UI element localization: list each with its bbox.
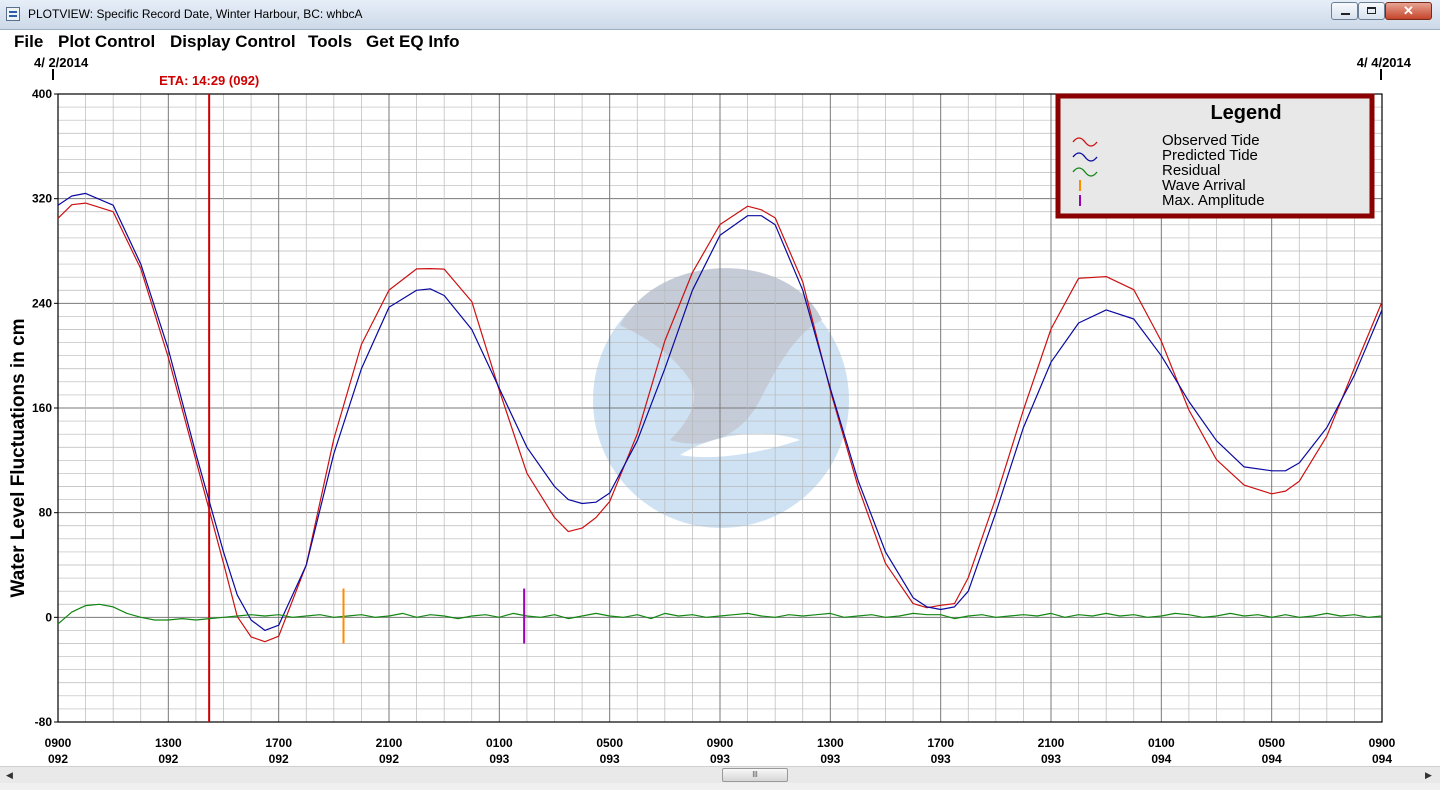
x-tick-day-label: 092 — [269, 752, 289, 766]
x-tick-time-label: 0900 — [1369, 736, 1396, 750]
y-tick-label: 320 — [32, 192, 52, 206]
close-button[interactable]: ✕ — [1385, 2, 1432, 20]
status-strip — [0, 783, 1440, 790]
horizontal-scrollbar[interactable]: ◀ lll ▶ — [0, 766, 1440, 783]
x-tick-time-label: 0500 — [1258, 736, 1285, 750]
x-tick-time-label: 1300 — [155, 736, 182, 750]
y-tick-label: 400 — [32, 87, 52, 101]
x-tick-time-label: 0100 — [1148, 736, 1175, 750]
y-tick-label: 240 — [32, 296, 52, 310]
maximize-button[interactable] — [1358, 2, 1385, 20]
y-tick-label: 160 — [32, 401, 52, 415]
x-tick-day-label: 094 — [1372, 752, 1392, 766]
y-axis-ticks: 400 320 240 160 80 0 -80 — [32, 87, 58, 729]
y-axis-label: Water Level Fluctuations in cm — [8, 318, 29, 597]
x-tick-time-label: 1700 — [927, 736, 954, 750]
menu-display-control[interactable]: Display Control — [170, 32, 296, 52]
legend-title: Legend — [1210, 102, 1281, 124]
scroll-thumb[interactable]: lll — [722, 768, 788, 782]
app-icon — [6, 7, 20, 21]
x-tick-day-label: 093 — [820, 752, 840, 766]
menu-file[interactable]: File — [14, 32, 43, 52]
end-date-label: 4/ 4/2014 — [1357, 55, 1412, 70]
x-tick-day-label: 093 — [710, 752, 730, 766]
x-tick-time-label: 2100 — [376, 736, 403, 750]
window-title: PLOTVIEW: Specific Record Date, Winter H… — [28, 7, 363, 21]
x-tick-day-label: 092 — [48, 752, 68, 766]
x-tick-time-label: 1300 — [817, 736, 844, 750]
noaa-watermark-logo — [593, 268, 849, 528]
legend-box: Legend Observed TidePredicted TideResidu… — [1055, 93, 1375, 219]
close-icon: ✕ — [1403, 3, 1414, 18]
title-bar: PLOTVIEW: Specific Record Date, Winter H… — [0, 0, 1440, 30]
x-tick-time-label: 2100 — [1038, 736, 1065, 750]
x-tick-time-label: 0900 — [707, 736, 734, 750]
menu-bar: File Plot Control Display Control Tools … — [0, 30, 1440, 52]
x-tick-day-label: 092 — [379, 752, 399, 766]
x-tick-time-label: 1700 — [265, 736, 292, 750]
tide-chart[interactable]: 400 320 240 160 80 0 -80 0900 092 1300 092 1700 092… — [0, 52, 1440, 766]
x-tick-day-label: 093 — [1041, 752, 1061, 766]
x-tick-time-label: 0500 — [596, 736, 623, 750]
maximize-icon — [1367, 7, 1376, 14]
y-tick-label: 0 — [45, 610, 52, 624]
x-tick-day-label: 094 — [1151, 752, 1171, 766]
menu-plot-control[interactable]: Plot Control — [58, 32, 155, 52]
x-tick-day-label: 092 — [158, 752, 178, 766]
scroll-right-icon[interactable]: ▶ — [1422, 769, 1435, 782]
x-tick-day-label: 093 — [600, 752, 620, 766]
menu-get-eq-info[interactable]: Get EQ Info — [366, 32, 460, 52]
legend-item-label: Max. Amplitude — [1162, 192, 1265, 209]
minimize-icon — [1341, 13, 1350, 15]
minimize-button[interactable] — [1331, 2, 1358, 20]
scroll-left-icon[interactable]: ◀ — [3, 769, 16, 782]
y-tick-label: -80 — [35, 715, 53, 729]
x-tick-time-label: 0900 — [45, 736, 72, 750]
x-tick-day-label: 094 — [1262, 752, 1282, 766]
eta-label: ETA: 14:29 (092) — [159, 73, 259, 88]
x-tick-time-label: 0100 — [486, 736, 513, 750]
x-tick-day-label: 093 — [489, 752, 509, 766]
x-tick-day-label: 093 — [931, 752, 951, 766]
start-date-label: 4/ 2/2014 — [34, 55, 89, 70]
x-axis-ticks: 0900 092 1300 092 1700 092 2100 092 0100 093 0500 0… — [45, 736, 1396, 766]
menu-tools[interactable]: Tools — [308, 32, 352, 52]
y-tick-label: 80 — [39, 506, 53, 520]
